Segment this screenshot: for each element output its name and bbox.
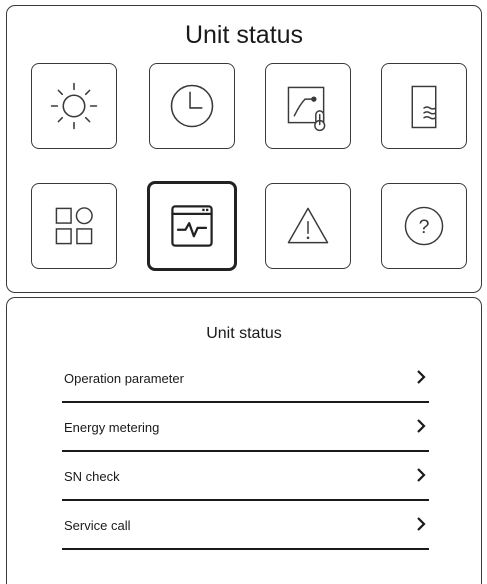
main-menu-panel: Unit status ? bbox=[6, 5, 482, 293]
sun-icon bbox=[50, 82, 98, 130]
chevron-right-icon bbox=[417, 419, 426, 433]
tile-apps[interactable] bbox=[31, 183, 117, 269]
tile-temperature-curve[interactable] bbox=[265, 63, 351, 149]
tile-clock[interactable] bbox=[149, 63, 235, 149]
tile-sun[interactable] bbox=[31, 63, 117, 149]
warning-icon bbox=[287, 207, 329, 244]
menu-item-label: Service call bbox=[64, 518, 131, 533]
menu-item-service-call[interactable]: Service call bbox=[62, 512, 429, 550]
submenu-panel: Unit status Operation parameter Energy m… bbox=[6, 297, 482, 584]
tile-warning[interactable] bbox=[265, 183, 351, 269]
menu-item-label: SN check bbox=[64, 469, 120, 484]
svg-text:?: ? bbox=[419, 216, 430, 238]
apps-grid-icon bbox=[55, 207, 93, 245]
submenu-title: Unit status bbox=[206, 325, 282, 342]
page-title: Unit status bbox=[184, 21, 304, 49]
tile-water-tank[interactable] bbox=[381, 63, 467, 149]
water-tank-icon bbox=[411, 85, 437, 129]
menu-item-operation-parameter[interactable]: Operation parameter bbox=[62, 365, 429, 403]
help-icon: ? bbox=[404, 206, 444, 246]
clock-icon bbox=[170, 84, 214, 128]
chevron-right-icon bbox=[417, 370, 426, 384]
menu-item-label: Operation parameter bbox=[64, 371, 184, 386]
monitor-pulse-icon bbox=[171, 205, 213, 247]
menu-item-label: Energy metering bbox=[64, 420, 160, 435]
menu-item-energy-metering[interactable]: Energy metering bbox=[62, 414, 429, 452]
chevron-right-icon bbox=[417, 517, 426, 531]
menu-item-sn-check[interactable]: SN check bbox=[62, 463, 429, 501]
chevron-right-icon bbox=[417, 468, 426, 482]
temperature-curve-icon bbox=[287, 86, 326, 132]
tile-help[interactable]: ? bbox=[381, 183, 467, 269]
tile-unit-status[interactable] bbox=[147, 181, 237, 271]
